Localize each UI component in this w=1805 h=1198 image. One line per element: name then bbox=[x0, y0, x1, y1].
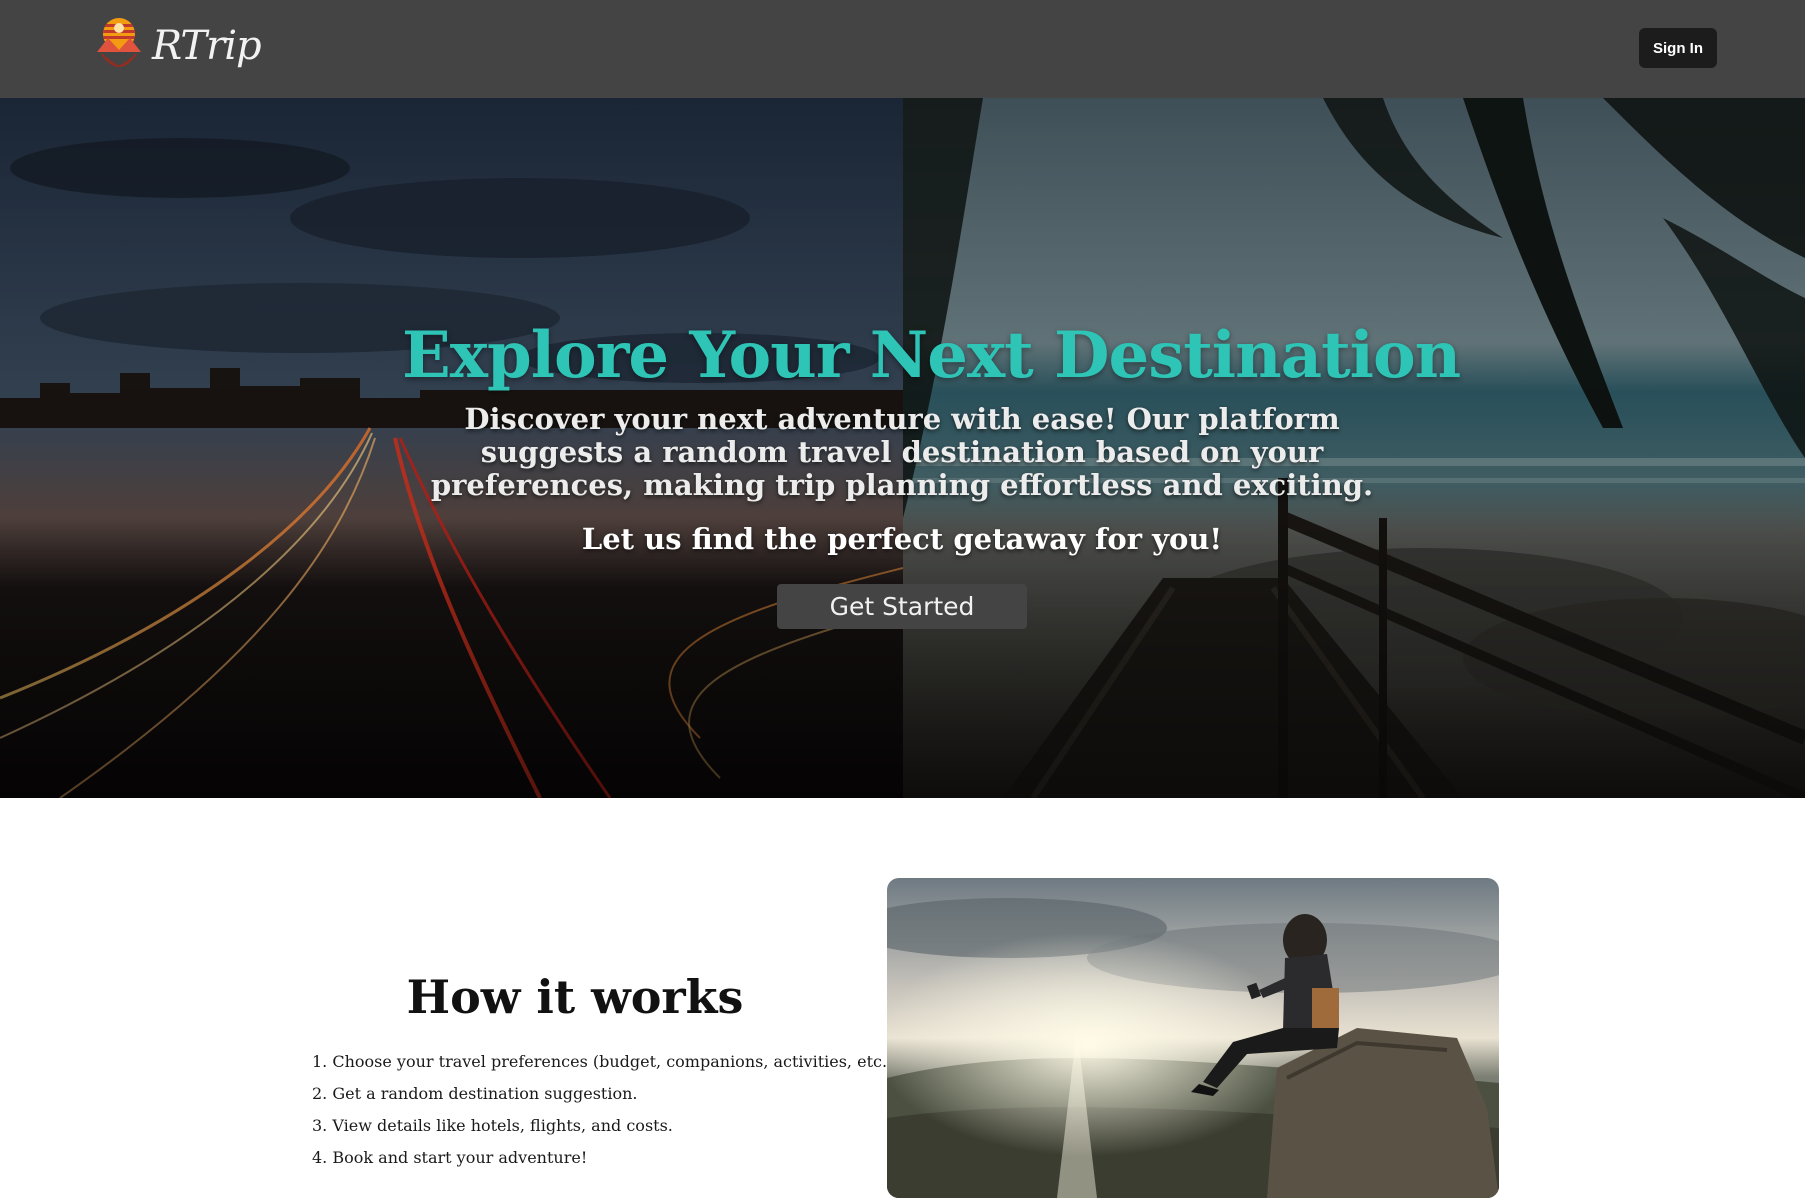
sign-in-button[interactable]: Sign In bbox=[1639, 28, 1717, 68]
step-item: 1. Choose your travel preferences (budge… bbox=[312, 1052, 899, 1071]
brand-home-link[interactable]: RTrip bbox=[94, 16, 262, 80]
hero-title: Explore Your Next Destination bbox=[402, 318, 1461, 393]
hiker-on-rock-image bbox=[887, 878, 1499, 1198]
hero-tagline: Let us find the perfect getaway for you! bbox=[581, 522, 1223, 556]
hero-description: Discover your next adventure with ease! … bbox=[430, 402, 1374, 502]
how-it-works-steps: 1. Choose your travel preferences (budge… bbox=[312, 1046, 899, 1174]
top-navigation: RTrip Sign In bbox=[0, 0, 1805, 98]
step-item: 2. Get a random destination suggestion. bbox=[312, 1084, 638, 1103]
step-item: 3. View details like hotels, flights, an… bbox=[312, 1116, 673, 1135]
brand-name: RTrip bbox=[152, 23, 262, 69]
how-it-works-title: How it works bbox=[406, 970, 744, 1024]
step-item: 4. Book and start your adventure! bbox=[312, 1148, 588, 1167]
hiker-photo-illustration bbox=[887, 878, 1499, 1198]
hero-content: Explore Your Next Destination Discover y… bbox=[402, 318, 1461, 629]
sunset-mountain-logo-icon bbox=[97, 18, 141, 67]
hero-section: Explore Your Next Destination Discover y… bbox=[0, 98, 1805, 798]
get-started-button[interactable]: Get Started bbox=[777, 584, 1027, 629]
how-it-works-section: How it works 1. Choose your travel prefe… bbox=[300, 970, 899, 1174]
